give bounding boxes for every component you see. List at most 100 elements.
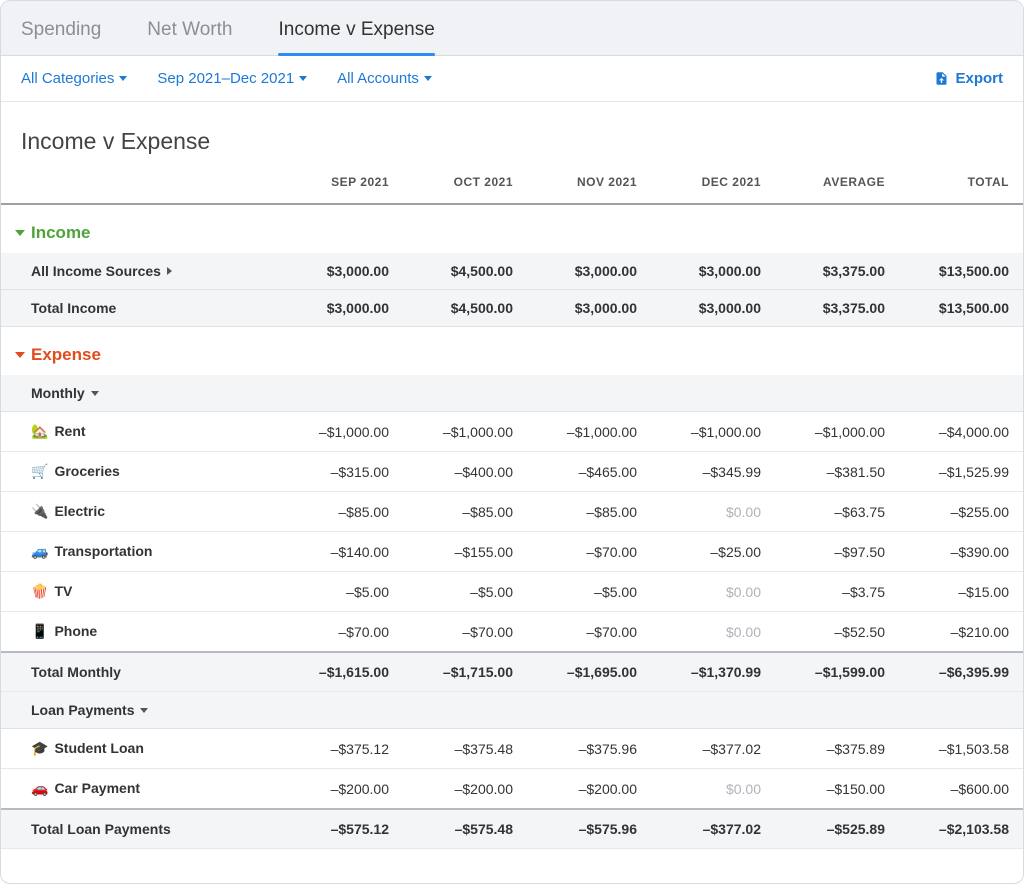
cell: $0.00 xyxy=(651,769,775,810)
cell: –$70.00 xyxy=(527,612,651,653)
table-row[interactable]: 📱Phone–$70.00–$70.00–$70.00$0.00–$52.50–… xyxy=(1,612,1023,653)
col-header: OCT 2021 xyxy=(403,165,527,204)
cell: –$210.00 xyxy=(899,612,1023,653)
group-monthly-label: Monthly xyxy=(31,385,85,401)
export-button[interactable]: Export xyxy=(934,70,1003,87)
cell: $3,000.00 xyxy=(279,253,403,290)
report-frame: Spending Net Worth Income v Expense All … xyxy=(0,0,1024,884)
section-expense-label: Expense xyxy=(31,345,101,364)
cell: –$150.00 xyxy=(775,769,899,810)
chevron-down-icon xyxy=(119,76,127,81)
income-sources-label: All Income Sources xyxy=(31,263,161,279)
cell: –$381.50 xyxy=(775,452,899,492)
cell: –$255.00 xyxy=(899,492,1023,532)
cell: –$97.50 xyxy=(775,532,899,572)
cell: –$4,000.00 xyxy=(899,412,1023,452)
cell: $13,500.00 xyxy=(899,253,1023,290)
table-row[interactable]: 🛒Groceries–$315.00–$400.00–$465.00–$345.… xyxy=(1,452,1023,492)
col-header: NOV 2021 xyxy=(527,165,651,204)
chevron-down-icon xyxy=(424,76,432,81)
cell: $3,000.00 xyxy=(651,253,775,290)
cell: $3,000.00 xyxy=(527,253,651,290)
cell: –$85.00 xyxy=(403,492,527,532)
section-income[interactable]: Income xyxy=(1,204,1023,253)
cell: $3,375.00 xyxy=(775,290,899,327)
cell: $0.00 xyxy=(651,612,775,653)
cell: –$377.02 xyxy=(651,729,775,769)
col-header: DEC 2021 xyxy=(651,165,775,204)
cell: –$85.00 xyxy=(527,492,651,532)
filter-categories[interactable]: All Categories xyxy=(21,70,127,87)
total-monthly-row: Total Monthly –$1,615.00 –$1,715.00 –$1,… xyxy=(1,652,1023,692)
chevron-down-icon xyxy=(91,391,99,396)
cell: $0.00 xyxy=(651,572,775,612)
cell: –$2,103.58 xyxy=(899,809,1023,849)
report-table: SEP 2021 OCT 2021 NOV 2021 DEC 2021 AVER… xyxy=(1,165,1023,849)
total-loans-label: Total Loan Payments xyxy=(1,809,279,849)
cell: –$85.00 xyxy=(279,492,403,532)
cell: –$15.00 xyxy=(899,572,1023,612)
tab-spending[interactable]: Spending xyxy=(21,11,101,55)
table-row[interactable]: 🏡Rent–$1,000.00–$1,000.00–$1,000.00–$1,0… xyxy=(1,412,1023,452)
cell: –$1,525.99 xyxy=(899,452,1023,492)
table-row[interactable]: 🎓Student Loan–$375.12–$375.48–$375.96–$3… xyxy=(1,729,1023,769)
col-header: TOTAL xyxy=(899,165,1023,204)
cell: –$140.00 xyxy=(279,532,403,572)
category-icon: 🚗 xyxy=(31,780,48,796)
chevron-down-icon xyxy=(140,708,148,713)
table-row[interactable]: 🍿TV–$5.00–$5.00–$5.00$0.00–$3.75–$15.00 xyxy=(1,572,1023,612)
cell: $4,500.00 xyxy=(403,290,527,327)
export-icon xyxy=(934,71,949,86)
cell: $0.00 xyxy=(651,492,775,532)
cell: –$575.96 xyxy=(527,809,651,849)
filter-accounts[interactable]: All Accounts xyxy=(337,70,432,87)
cell: –$25.00 xyxy=(651,532,775,572)
cell: –$375.89 xyxy=(775,729,899,769)
category-icon: 🛒 xyxy=(31,463,48,479)
cell: –$525.89 xyxy=(775,809,899,849)
column-header-row: SEP 2021 OCT 2021 NOV 2021 DEC 2021 AVER… xyxy=(1,165,1023,204)
cell: –$375.96 xyxy=(527,729,651,769)
chevron-down-icon xyxy=(15,230,25,236)
cell: –$375.12 xyxy=(279,729,403,769)
cell: –$400.00 xyxy=(403,452,527,492)
chevron-right-icon xyxy=(167,267,172,275)
cell: –$575.48 xyxy=(403,809,527,849)
cell: –$1,695.00 xyxy=(527,652,651,692)
row-label: 🚗Car Payment xyxy=(1,769,279,810)
income-sources-row[interactable]: All Income Sources $3,000.00 $4,500.00 $… xyxy=(1,253,1023,290)
cell: –$1,000.00 xyxy=(527,412,651,452)
total-monthly-label: Total Monthly xyxy=(1,652,279,692)
cell: –$70.00 xyxy=(279,612,403,653)
group-loans[interactable]: Loan Payments xyxy=(1,692,1023,729)
category-icon: 📱 xyxy=(31,623,48,639)
cell: $3,000.00 xyxy=(527,290,651,327)
category-icon: 🚙 xyxy=(31,543,48,559)
section-income-label: Income xyxy=(31,223,91,242)
cell: $3,375.00 xyxy=(775,253,899,290)
cell: –$345.99 xyxy=(651,452,775,492)
row-label: 🔌Electric xyxy=(1,492,279,532)
table-row[interactable]: 🔌Electric–$85.00–$85.00–$85.00$0.00–$63.… xyxy=(1,492,1023,532)
cell: –$155.00 xyxy=(403,532,527,572)
filter-bar: All Categories Sep 2021–Dec 2021 All Acc… xyxy=(1,56,1023,102)
table-row[interactable]: 🚙Transportation–$140.00–$155.00–$70.00–$… xyxy=(1,532,1023,572)
export-label: Export xyxy=(955,70,1003,87)
cell: –$1,000.00 xyxy=(279,412,403,452)
cell: –$52.50 xyxy=(775,612,899,653)
cell: –$1,615.00 xyxy=(279,652,403,692)
filter-date-range[interactable]: Sep 2021–Dec 2021 xyxy=(157,70,307,87)
tab-net-worth[interactable]: Net Worth xyxy=(147,11,232,55)
section-expense[interactable]: Expense xyxy=(1,327,1023,376)
col-header: SEP 2021 xyxy=(279,165,403,204)
cell: $4,500.00 xyxy=(403,253,527,290)
group-monthly[interactable]: Monthly xyxy=(1,375,1023,412)
table-row[interactable]: 🚗Car Payment–$200.00–$200.00–$200.00$0.0… xyxy=(1,769,1023,810)
tab-income-v-expense[interactable]: Income v Expense xyxy=(278,11,434,55)
row-label: 🍿TV xyxy=(1,572,279,612)
cell: –$465.00 xyxy=(527,452,651,492)
cell: –$1,370.99 xyxy=(651,652,775,692)
cell: –$390.00 xyxy=(899,532,1023,572)
cell: –$200.00 xyxy=(279,769,403,810)
filter-date-range-label: Sep 2021–Dec 2021 xyxy=(157,70,294,87)
